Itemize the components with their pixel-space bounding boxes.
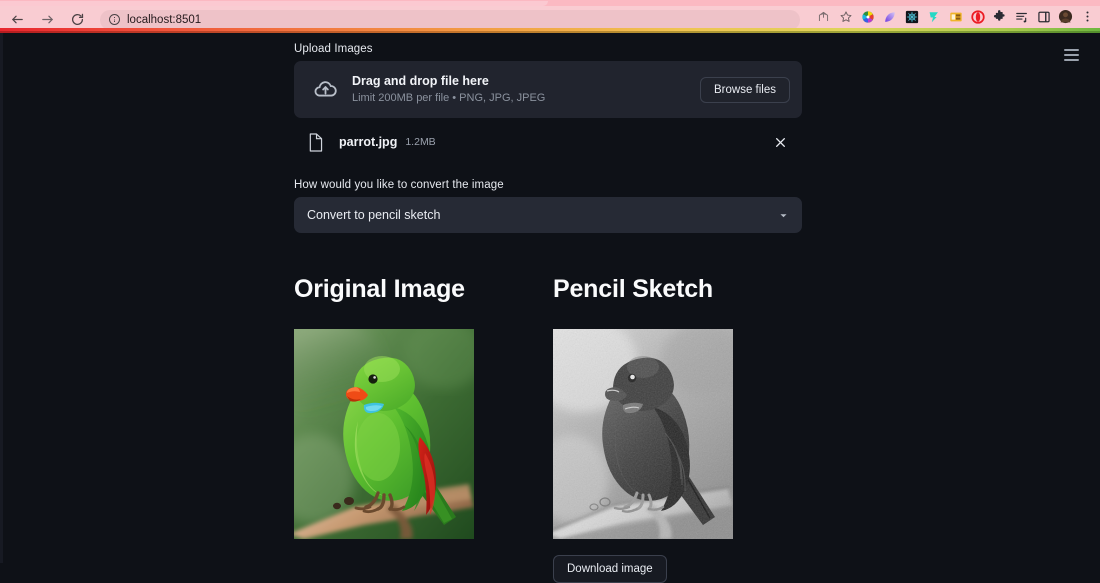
convert-option-select[interactable]: Convert to pencil sketch xyxy=(294,197,802,233)
original-image-column: Original Image xyxy=(294,275,474,539)
pencil-sketch-image xyxy=(553,328,733,539)
original-image-graphic xyxy=(294,328,474,539)
app-left-edge xyxy=(0,33,3,563)
hamburger-bar xyxy=(1063,54,1079,56)
address-bar[interactable]: localhost:8501 xyxy=(100,9,800,30)
convert-option-label: How would you like to convert the image xyxy=(294,179,504,191)
site-information-icon[interactable] xyxy=(109,14,120,25)
upload-images-label: Upload Images xyxy=(294,43,373,55)
convert-option-value: Convert to pencil sketch xyxy=(307,208,441,222)
original-image xyxy=(294,328,474,539)
main-menu-icon[interactable] xyxy=(1060,44,1082,66)
chrome-menu-icon[interactable] xyxy=(1077,6,1098,27)
address-bar-url: localhost:8501 xyxy=(127,13,202,26)
browser-toolbar-right xyxy=(813,6,1098,27)
dark-grid-extension-icon[interactable] xyxy=(901,6,922,27)
purple-gradient-extension-icon[interactable] xyxy=(879,6,900,27)
puzzle-extensions-icon[interactable] xyxy=(989,6,1010,27)
pencil-sketch-title: Pencil Sketch xyxy=(553,275,713,303)
yellow-panel-extension-icon[interactable] xyxy=(945,6,966,27)
results-columns: Original Image Pencil Sketch Download im… xyxy=(294,275,814,583)
chevron-down-icon[interactable] xyxy=(776,208,790,222)
side-panel-icon[interactable] xyxy=(1033,6,1054,27)
browse-files-button[interactable]: Browse files xyxy=(700,76,790,103)
uploaded-file-row: parrot.jpg 1.2MB xyxy=(294,126,802,158)
uploaded-file-name: parrot.jpg xyxy=(339,135,398,149)
original-image-title: Original Image xyxy=(294,275,465,303)
dropzone-text: Drag and drop file here Limit 200MB per … xyxy=(352,73,700,106)
dropzone-title: Drag and drop file here xyxy=(352,73,489,88)
dropzone-subtitle: Limit 200MB per file • PNG, JPG, JPEG xyxy=(352,91,546,104)
app-content: Upload Images Drag and drop file here Li… xyxy=(294,33,802,233)
reading-list-icon[interactable] xyxy=(1011,6,1032,27)
bookmark-star-icon[interactable] xyxy=(835,6,856,27)
pencil-sketch-column: Pencil Sketch Download image xyxy=(553,275,733,583)
uploaded-file-size: 1.2MB xyxy=(405,136,436,148)
share-icon[interactable] xyxy=(813,6,834,27)
avatar[interactable] xyxy=(1055,6,1076,27)
browser-chrome: localhost:8501 xyxy=(0,0,1100,33)
teal-bird-extension-icon[interactable] xyxy=(923,6,944,27)
hamburger-bar xyxy=(1063,49,1079,51)
document-icon xyxy=(302,129,328,155)
color-wheel-extension-icon[interactable] xyxy=(857,6,878,27)
streamlit-app: Upload Images Drag and drop file here Li… xyxy=(0,33,1100,583)
opera-red-extension-icon[interactable] xyxy=(967,6,988,27)
hamburger-bar xyxy=(1063,59,1079,61)
download-image-button[interactable]: Download image xyxy=(553,554,667,583)
cloud-upload-icon xyxy=(308,73,342,107)
close-icon[interactable] xyxy=(770,132,790,152)
file-dropzone[interactable]: Drag and drop file here Limit 200MB per … xyxy=(294,61,802,118)
pencil-sketch-graphic xyxy=(553,328,733,539)
